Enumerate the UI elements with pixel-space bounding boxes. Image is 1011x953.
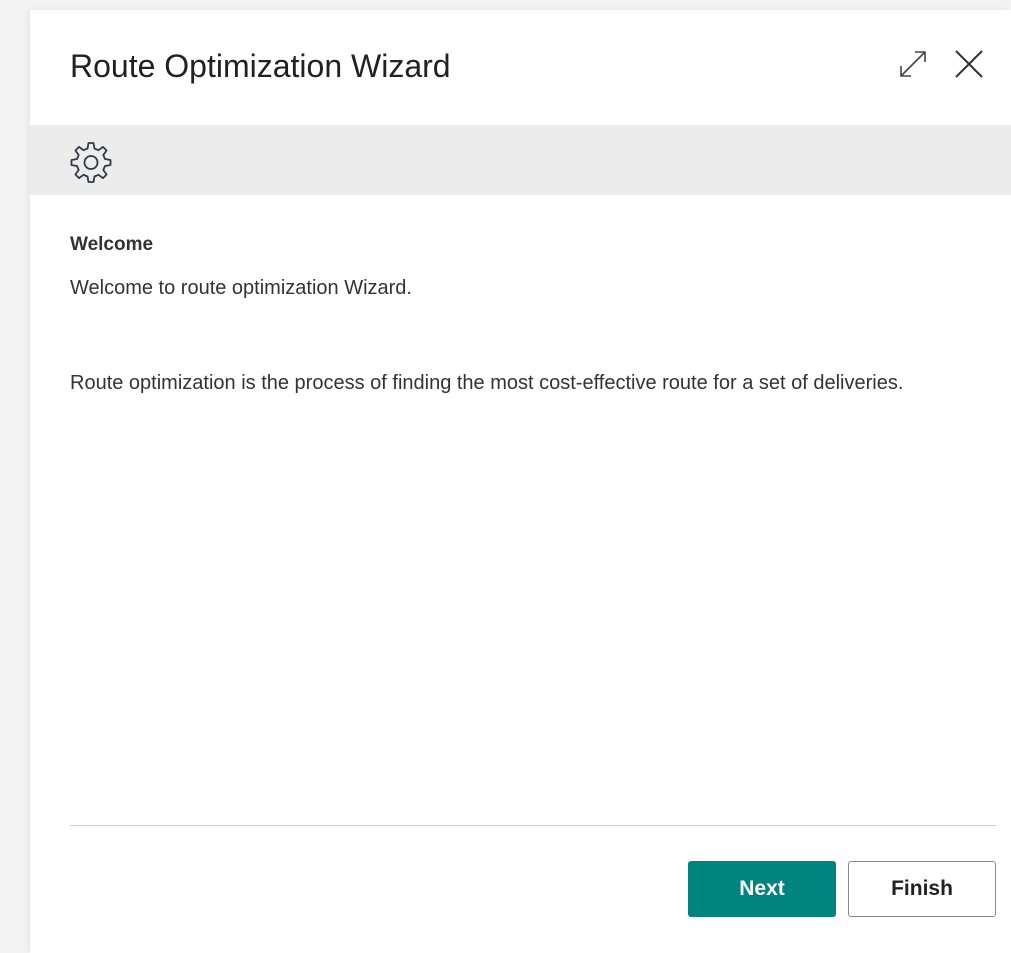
next-button[interactable]: Next xyxy=(688,861,836,917)
close-icon xyxy=(955,50,983,78)
route-optimization-dialog: Route Optimization Wizard Welcome Welcom… xyxy=(30,10,1011,953)
expand-icon xyxy=(900,51,926,77)
wizard-content: Welcome Welcome to route optimization Wi… xyxy=(70,232,990,400)
finish-button[interactable]: Finish xyxy=(848,861,996,917)
action-ribbon xyxy=(30,125,1011,195)
gear-icon[interactable] xyxy=(68,139,114,185)
description-text: Route optimization is the process of fin… xyxy=(70,372,904,394)
section-heading: Welcome xyxy=(70,234,154,255)
dialog-title: Route Optimization Wizard xyxy=(70,48,451,84)
close-button[interactable] xyxy=(949,44,989,84)
dialog-title-actions xyxy=(893,44,989,84)
footer-divider xyxy=(70,825,996,826)
footer-actions: Next Finish xyxy=(688,861,996,917)
expand-button[interactable] xyxy=(893,44,933,84)
welcome-text: Welcome to route optimization Wizard. xyxy=(70,277,412,299)
